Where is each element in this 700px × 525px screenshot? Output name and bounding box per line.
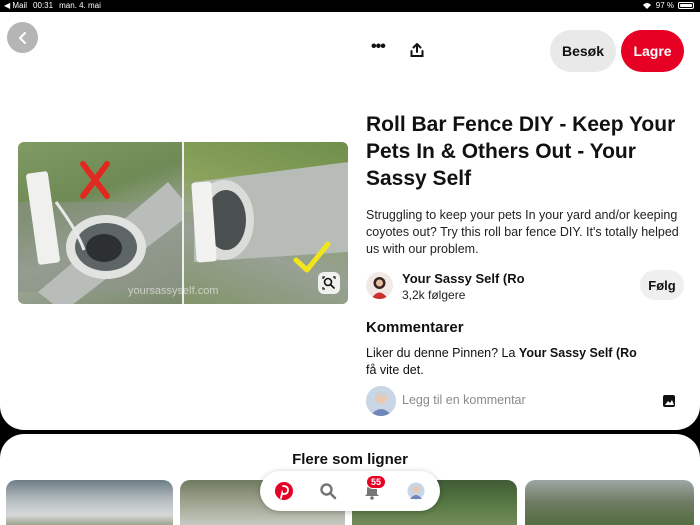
pinterest-logo-icon [275, 482, 293, 500]
add-comment-input[interactable]: Legg til en kommentar [402, 393, 526, 407]
x-mark-icon [80, 161, 110, 199]
pin-image[interactable]: yoursassyself.com [18, 142, 348, 304]
battery-percent: 97 % [655, 1, 674, 10]
author-followers: 3,2k følgere [402, 288, 466, 302]
pin-title: Roll Bar Fence DIY - Keep Your Pets In &… [366, 113, 676, 190]
pin-image-left [18, 142, 193, 304]
status-time: 00:31 [33, 1, 54, 10]
comments-prompt-author[interactable]: Your Sassy Self (Ro [519, 346, 637, 360]
visual-search-icon[interactable] [318, 272, 340, 294]
image-attach-icon[interactable] [662, 394, 676, 408]
profile-avatar-icon [407, 482, 425, 500]
nav-profile[interactable] [406, 481, 426, 501]
save-button[interactable]: Lagre [621, 30, 684, 72]
search-icon [320, 483, 337, 500]
status-date: man. 4. mai [59, 1, 101, 10]
checkmark-icon [293, 241, 331, 273]
nav-search[interactable] [318, 481, 338, 501]
pin-detail-card: ••• Besøk Lagre yoursassyself.com Roll B… [0, 12, 700, 430]
author-avatar[interactable] [366, 272, 393, 299]
notifications-badge: 55 [366, 475, 386, 489]
status-bar: ◀ Mail 00:31 man. 4. mai 97 % [0, 0, 700, 12]
comments-heading: Kommentarer [366, 319, 464, 336]
wifi-icon [642, 2, 651, 9]
follow-button[interactable]: Følg [640, 270, 684, 300]
author-name[interactable]: Your Sassy Self (Ro [402, 271, 525, 286]
visit-button[interactable]: Besøk [550, 30, 616, 72]
share-upload-icon[interactable] [409, 42, 425, 58]
nav-home[interactable] [274, 481, 294, 501]
bottom-navigation [260, 471, 440, 511]
back-button[interactable] [7, 22, 38, 53]
battery-icon [678, 2, 694, 9]
chevron-left-icon [18, 31, 26, 44]
related-pin-thumbnail[interactable] [525, 480, 694, 525]
more-like-this-heading: Flere som ligner [292, 451, 408, 468]
comments-prompt: Liker du denne Pinnen? La Your Sassy Sel… [366, 346, 637, 377]
more-horizontal-icon[interactable]: ••• [371, 39, 386, 55]
related-pin-thumbnail[interactable] [6, 480, 173, 525]
back-to-app-link[interactable]: ◀ Mail [4, 1, 27, 10]
current-user-avatar [366, 386, 396, 416]
pin-description: Struggling to keep your pets In your yar… [366, 208, 679, 256]
image-watermark: yoursassyself.com [128, 285, 219, 297]
